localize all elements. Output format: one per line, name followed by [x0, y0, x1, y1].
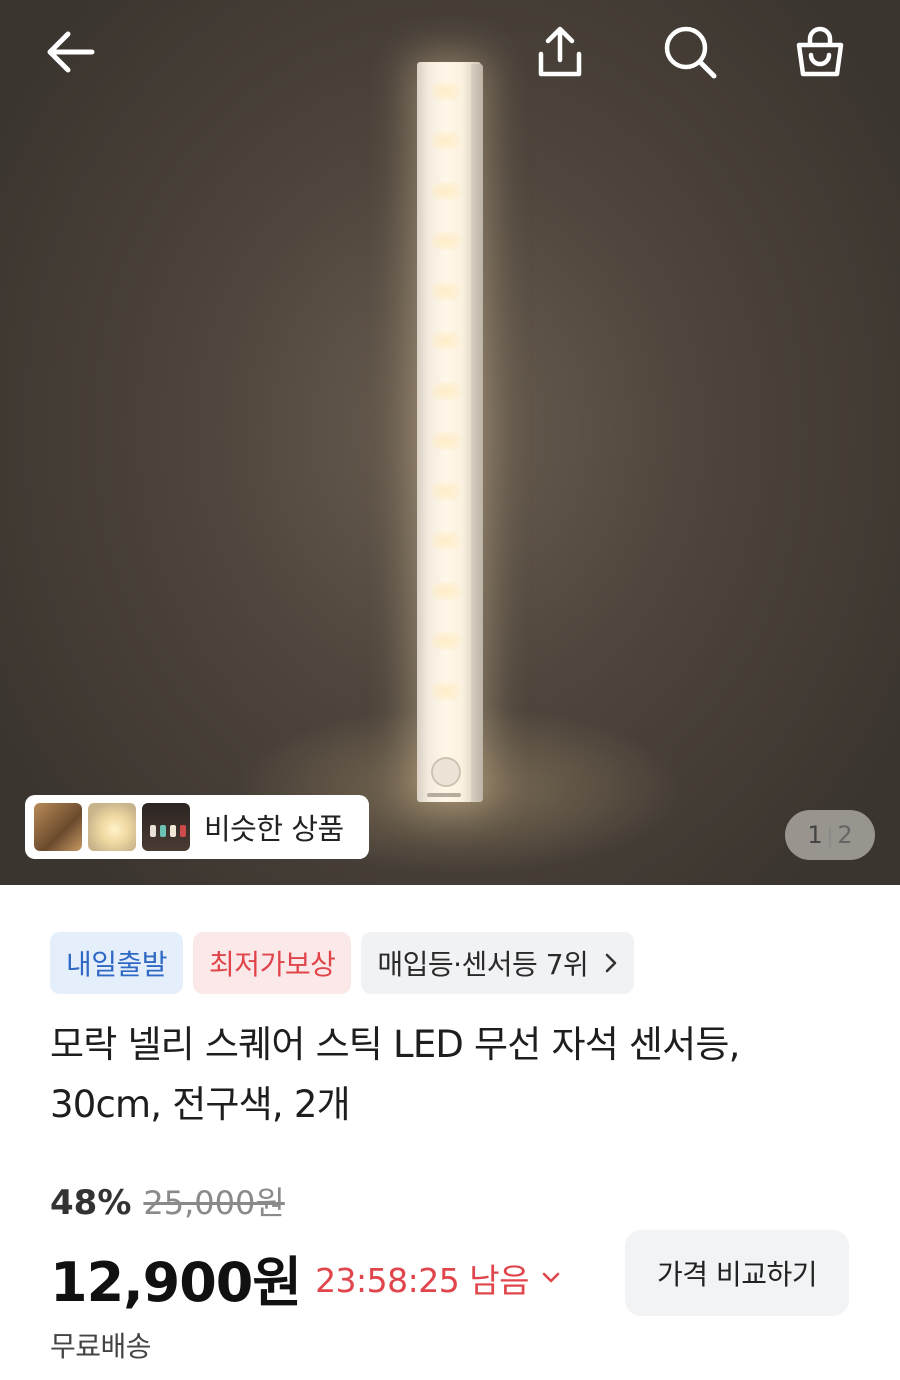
image-page-indicator: 1 | 2 — [785, 810, 875, 860]
share-button[interactable] — [530, 22, 590, 82]
back-button[interactable] — [40, 22, 100, 82]
product-badges: 내일출발 최저가보상 매입등·센서등 7위 — [50, 932, 635, 994]
product-title: 모락 넬리 스퀘어 스틱 LED 무선 자석 센서등, 30cm, 전구색, 2… — [50, 1015, 850, 1135]
price-row: 12,900원 23:58:25 남음 — [50, 1238, 561, 1317]
total-pages: 2 — [837, 821, 853, 849]
delivery-badge: 내일출발 — [50, 932, 184, 994]
similar-products-button[interactable]: 비슷한 상품 — [25, 795, 369, 859]
shopping-bag-icon — [796, 26, 844, 77]
search-icon — [664, 26, 717, 79]
deal-timer[interactable]: 23:58:25 남음 — [315, 1254, 529, 1302]
chevron-right-icon — [605, 953, 617, 973]
price-compare-button[interactable]: 가격 비교하기 — [625, 1230, 849, 1316]
delivery-badge-label: 내일출발 — [66, 948, 168, 981]
category-ranking-link[interactable]: 매입등·센서등 7위 — [361, 932, 635, 994]
discount-row: 48% 25,000원 — [50, 1178, 285, 1224]
cart-button[interactable] — [790, 22, 850, 82]
product-photo-lamp — [417, 62, 483, 804]
current-page: 1 — [807, 821, 823, 849]
similar-thumbnail — [88, 803, 136, 851]
search-button[interactable] — [660, 22, 720, 82]
chevron-down-icon[interactable] — [541, 1271, 561, 1285]
share-upload-icon — [538, 26, 582, 77]
page-separator: | — [826, 823, 834, 847]
original-price: 25,000원 — [143, 1184, 285, 1222]
discount-rate: 48% — [50, 1183, 132, 1223]
similar-products-label: 비슷한 상품 — [204, 812, 344, 846]
product-title-line: 모락 넬리 스퀘어 스틱 LED 무선 자석 센서등, — [50, 1023, 740, 1066]
similar-thumbnail — [142, 803, 190, 851]
similar-thumbnail — [34, 803, 82, 851]
lowest-price-badge-label: 최저가보상 — [209, 948, 336, 981]
ranking-label: 매입등·센서등 7위 — [377, 948, 589, 981]
product-image-gallery[interactable]: 비슷한 상품 1 | 2 — [0, 0, 900, 885]
product-title-line: 30cm, 전구색, 2개 — [50, 1083, 351, 1126]
arrow-left-icon — [47, 31, 95, 73]
shipping-info: 무료배송 — [50, 1330, 152, 1363]
lowest-price-badge: 최저가보상 — [193, 932, 352, 994]
sale-price: 12,900원 — [50, 1251, 302, 1314]
